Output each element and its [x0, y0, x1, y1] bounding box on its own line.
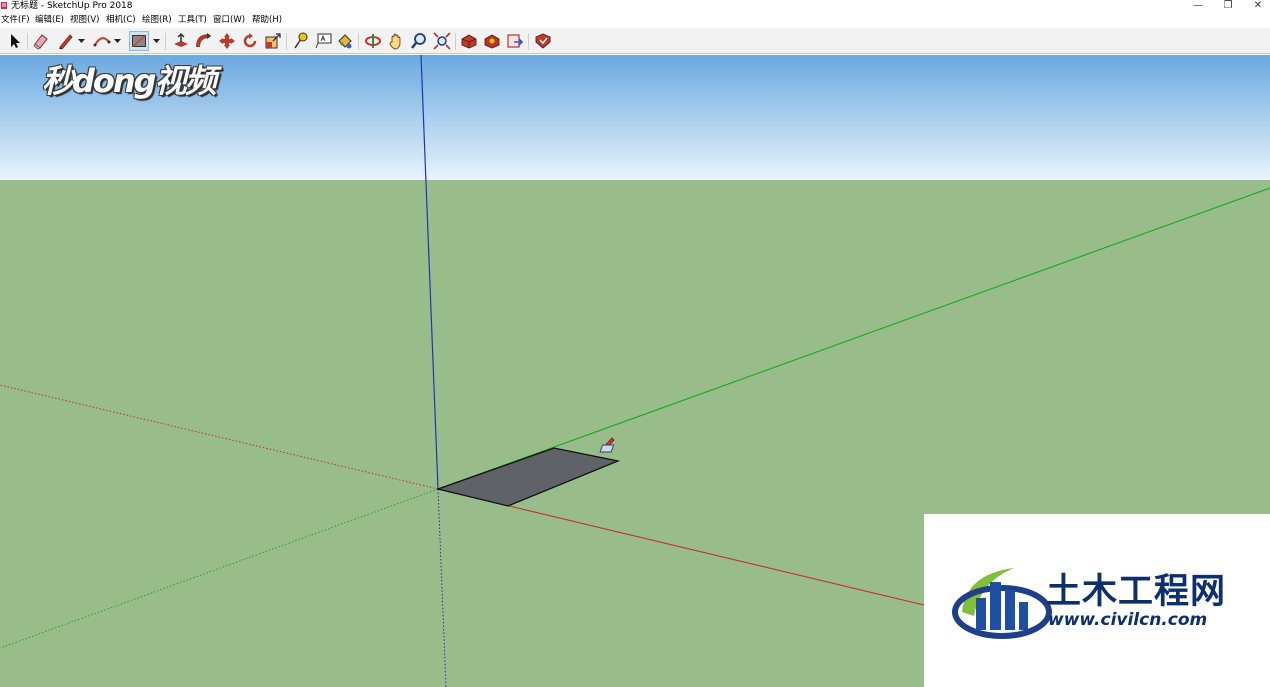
menu-camera[interactable]: 相机(C) [106, 14, 136, 26]
site-url: www.civilcn.com [1048, 610, 1208, 630]
arc-icon [93, 37, 111, 47]
pan-tool-button[interactable] [386, 31, 406, 51]
select-tool-button[interactable] [4, 31, 24, 51]
scale-icon [265, 33, 281, 49]
text-tool-button[interactable] [314, 31, 334, 51]
toolbar-separator [165, 33, 166, 50]
extension-warehouse-icon [484, 34, 500, 49]
window-title: 无标题 - SketchUp Pro 2018 [11, 1, 133, 11]
arc-tool-button[interactable] [92, 31, 112, 51]
menu-view[interactable]: 视图(V) [70, 14, 99, 26]
restore-button[interactable]: ❐ [1214, 0, 1242, 12]
extension-manager-tool-button[interactable] [533, 31, 553, 51]
eraser-icon [33, 34, 48, 50]
3d-warehouse-icon [461, 34, 477, 49]
layout-send-icon [507, 34, 524, 48]
menu-file[interactable]: 文件(F) [1, 14, 30, 26]
chevron-down-icon[interactable] [114, 36, 121, 46]
minimize-button[interactable]: — [1184, 0, 1212, 12]
3d-warehouse-tool-button[interactable] [459, 31, 479, 51]
site-watermark: 土木工程网 www.civilcn.com [924, 514, 1270, 687]
toolbar [0, 28, 1270, 54]
menu-bar: 文件(F) 编辑(E) 视图(V) 相机(C) 绘图(R) 工具(T) 窗口(W… [0, 13, 1270, 28]
menu-help[interactable]: 帮助(H) [252, 14, 282, 26]
push-pull-icon [174, 32, 188, 47]
toolbar-separator [455, 33, 456, 50]
zoom-extents-icon [433, 32, 451, 50]
tape-measure-icon [294, 32, 308, 49]
video-watermark: 秒dong视频 [40, 58, 240, 100]
select-arrow-icon [11, 34, 20, 48]
tape-measure-tool-button[interactable] [290, 31, 310, 51]
magnifier-icon [411, 33, 426, 49]
video-watermark-text: 秒dong视频 [42, 62, 217, 100]
toolbar-separator [528, 33, 529, 50]
rotate-icon [243, 33, 257, 48]
paint-bucket-icon [338, 34, 352, 49]
scale-tool-button[interactable] [263, 31, 283, 51]
chevron-down-icon[interactable] [78, 36, 85, 46]
toolbar-separator [286, 33, 287, 50]
follow-me-tool-button[interactable] [194, 31, 214, 51]
eraser-tool-button[interactable] [31, 31, 51, 51]
menu-draw[interactable]: 绘图(R) [142, 14, 172, 26]
text-label-icon [315, 33, 332, 49]
menu-window[interactable]: 窗口(W) [213, 14, 245, 26]
sketchup-app-icon [1, 2, 7, 9]
pencil-icon [59, 34, 73, 50]
rectangle-icon [132, 35, 146, 47]
push-pull-tool-button[interactable] [171, 31, 191, 51]
send-to-layout-tool-button[interactable] [505, 31, 525, 51]
line-tool-button[interactable] [56, 31, 76, 51]
toolbar-separator [27, 33, 28, 50]
orbit-icon [365, 34, 381, 48]
orbit-tool-button[interactable] [363, 31, 383, 51]
menu-tools[interactable]: 工具(T) [178, 14, 207, 26]
menu-edit[interactable]: 编辑(E) [35, 14, 64, 26]
title-bar: 无标题 - SketchUp Pro 2018 — ❐ ✕ [0, 0, 1270, 13]
rectangle-tool-button[interactable] [129, 31, 149, 51]
move-arrows-icon [219, 33, 235, 49]
site-name: 土木工程网 [1046, 572, 1227, 612]
chevron-down-icon[interactable] [153, 36, 160, 46]
extension-manager-icon [535, 33, 551, 49]
zoom-tool-button[interactable] [409, 31, 429, 51]
close-button[interactable]: ✕ [1244, 0, 1270, 12]
civilcn-logo-icon [952, 568, 1052, 639]
hand-pan-icon [389, 33, 401, 50]
rotate-tool-button[interactable] [240, 31, 260, 51]
extension-warehouse-tool-button[interactable] [482, 31, 502, 51]
zoom-extents-tool-button[interactable] [432, 31, 452, 51]
move-tool-button[interactable] [217, 31, 237, 51]
toolbar-separator [358, 33, 359, 50]
paint-bucket-tool-button[interactable] [335, 31, 355, 51]
follow-me-icon [196, 33, 211, 48]
